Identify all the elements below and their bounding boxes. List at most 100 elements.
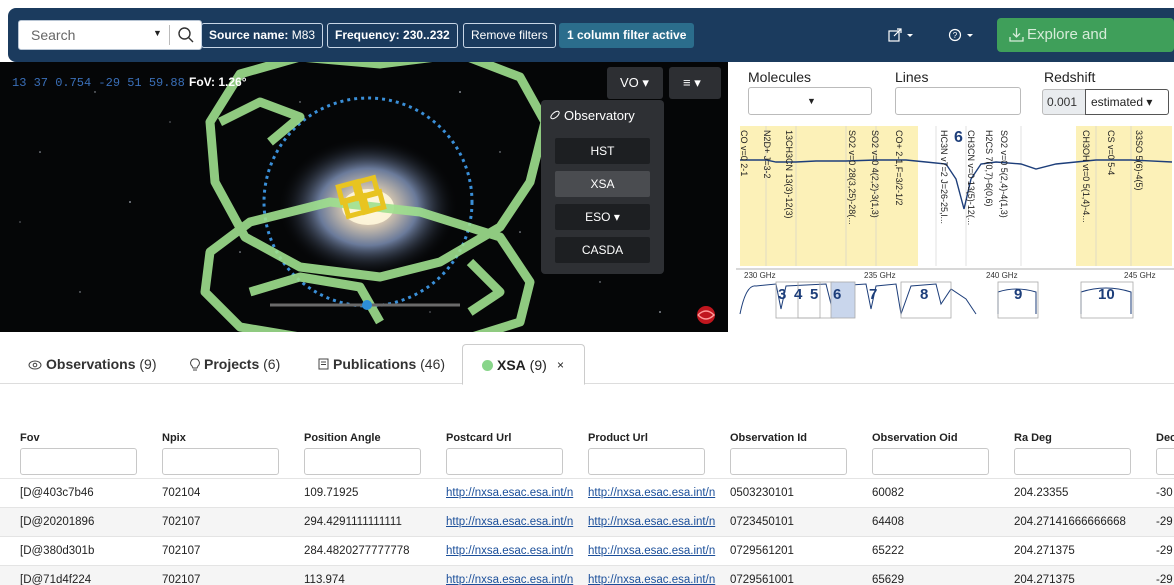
- filter-key: Source name:: [209, 28, 289, 42]
- table-row[interactable]: [D@380d301b 702107 284.4820277777778 http:/…: [0, 536, 1174, 565]
- sky-viewer[interactable]: 13 37 0.754 -29 51 59.88 FoV: 1.26° VO ▾…: [0, 62, 728, 332]
- url-link[interactable]: http://nxsa.esac.esa.int/n: [446, 487, 586, 499]
- tab-observations[interactable]: Observations (9): [28, 344, 156, 384]
- table-cell: 60082: [872, 487, 904, 499]
- tab-label: Projects: [204, 356, 260, 372]
- table-row[interactable]: [D@403c7b46 702104 109.71925 http://nxsa.es…: [0, 478, 1174, 507]
- spectral-line-label: N2D+ J=3-2: [762, 130, 772, 179]
- table-cell: 204.27141666666668: [1014, 516, 1126, 528]
- column-header[interactable]: Observation Oid: [872, 432, 958, 444]
- molecules-label: Molecules: [748, 69, 812, 85]
- close-tab-icon[interactable]: ×: [557, 345, 564, 385]
- spectral-window-label: 6: [954, 129, 963, 146]
- column-filter-input[interactable]: [20, 448, 137, 475]
- table-cell: 65629: [872, 574, 904, 585]
- spectral-line-label: H2CS 7(0,7)-6(0,6): [984, 130, 994, 207]
- column-filter-input[interactable]: [872, 448, 989, 475]
- tab-projects[interactable]: Projects (6): [190, 344, 280, 384]
- table-cell: 204.271375: [1014, 574, 1075, 585]
- column-filter-input[interactable]: [730, 448, 847, 475]
- table-cell: 204.271375: [1014, 545, 1075, 557]
- tab-count: (9): [525, 357, 547, 373]
- filter-chip-frequency[interactable]: Frequency: 230..232: [327, 23, 458, 48]
- table-cell: 109.71925: [304, 487, 359, 499]
- url-link[interactable]: http://nxsa.esac.esa.int/n: [588, 545, 728, 557]
- spectral-line-label: CH3CN v=0 13(5)-12(...: [966, 130, 976, 225]
- hamburger-menu-button[interactable]: ≡ ▾: [669, 67, 721, 99]
- column-header[interactable]: Position Angle: [304, 432, 381, 444]
- url-link[interactable]: http://nxsa.esac.esa.int/n: [588, 487, 728, 499]
- eye-icon: [28, 360, 42, 370]
- column-filter-input[interactable]: [304, 448, 421, 475]
- vo-menu-button[interactable]: VO ▾: [607, 67, 663, 99]
- url-link[interactable]: http://nxsa.esac.esa.int/n: [446, 574, 586, 585]
- table-cell: 113.974: [304, 574, 345, 585]
- column-filter-input[interactable]: [162, 448, 279, 475]
- url-link[interactable]: http://nxsa.esac.esa.int/n: [588, 574, 728, 585]
- observatory-eso-button[interactable]: ESO ▾: [555, 204, 650, 230]
- spectral-line-label: CS v=0 5-4: [1106, 130, 1116, 175]
- table-cell: 0729561201: [730, 545, 794, 557]
- redshift-value: 0.001: [1042, 89, 1086, 115]
- column-header[interactable]: Postcard Url: [446, 432, 511, 444]
- axis-tick: 235 GHz: [864, 271, 896, 280]
- chevron-down-icon: ▼: [807, 96, 816, 106]
- tab-count: (9): [135, 356, 157, 372]
- observatory-hst-button[interactable]: HST: [555, 138, 650, 164]
- tab-label: Observations: [46, 356, 136, 372]
- column-filter-input[interactable]: [446, 448, 563, 475]
- column-header[interactable]: Npix: [162, 432, 186, 444]
- help-icon[interactable]: ?: [948, 28, 974, 45]
- share-icon[interactable]: [888, 28, 914, 45]
- tab-label: XSA: [497, 357, 526, 373]
- column-filter-input[interactable]: [588, 448, 705, 475]
- url-link[interactable]: http://nxsa.esac.esa.int/n: [446, 516, 586, 528]
- redshift-mode-select[interactable]: estimated ▾: [1085, 89, 1169, 115]
- spectral-line-label: 33SO 5(6)-4(5): [1134, 130, 1144, 191]
- tab-xsa[interactable]: XSA (9) ×: [462, 344, 585, 385]
- tab-publications[interactable]: Publications (46): [318, 344, 445, 384]
- url-link[interactable]: http://nxsa.esac.esa.int/n: [446, 545, 586, 557]
- observatory-xsa-button[interactable]: XSA: [555, 171, 650, 197]
- search-icon[interactable]: [177, 26, 195, 44]
- observatory-casda-button[interactable]: CASDA: [555, 237, 650, 263]
- table-cell: 702107: [162, 574, 201, 585]
- molecules-select[interactable]: ▼: [748, 87, 872, 115]
- search-box[interactable]: ▼: [18, 20, 202, 50]
- window-number: 10: [1098, 286, 1115, 303]
- column-filter-input[interactable]: [1156, 448, 1174, 475]
- spectral-line-label: SO2 v=0 4(2,2)-3(1,3): [870, 130, 880, 218]
- explore-and-download-button[interactable]: Explore and download: [997, 18, 1174, 77]
- search-dropdown-caret[interactable]: ▼: [153, 28, 162, 38]
- toolbar-background: ▼ Source name: M83 Frequency: 230..232 R…: [8, 8, 1174, 77]
- download-icon: [1009, 28, 1024, 42]
- filter-chip-source-name[interactable]: Source name: M83: [201, 23, 324, 48]
- window-number: 4: [794, 286, 803, 303]
- table-row[interactable]: [D@71d4f224 702107 113.974 http://nxsa.esac…: [0, 565, 1174, 585]
- table-cell: 294.4291111111111: [304, 516, 402, 528]
- observatory-title: Observatory: [549, 108, 635, 123]
- table-cell: 204.23355: [1014, 487, 1069, 499]
- column-header[interactable]: Observation Id: [730, 432, 807, 444]
- lines-input[interactable]: [895, 87, 1021, 115]
- url-link[interactable]: http://nxsa.esac.esa.int/n: [588, 516, 728, 528]
- column-header[interactable]: Dec: [1156, 432, 1174, 444]
- window-number: 3: [778, 286, 786, 303]
- share-arrow-icon: [888, 28, 913, 42]
- column-filter-input[interactable]: [1014, 448, 1131, 475]
- table-row[interactable]: [D@20201896 702107 294.4291111111111 http:/…: [0, 507, 1174, 536]
- table-cell: -29: [1156, 574, 1173, 585]
- spectral-line-label: 13CH3CN 13(3)-12(3): [784, 130, 794, 219]
- column-header[interactable]: Product Url: [588, 432, 648, 444]
- spectrum-plot[interactable]: 6 CO v=0 2-1 N2D+ J=3-2 13CH3CN 13(3)-12(3…: [736, 124, 1174, 334]
- column-header[interactable]: Fov: [20, 432, 40, 444]
- filter-key: Frequency:: [335, 28, 400, 42]
- question-circle-icon: ?: [948, 28, 973, 42]
- spectral-line-label: HC3N v7=2 J=26-25,l...: [939, 130, 949, 224]
- search-input[interactable]: [19, 21, 147, 49]
- spectral-line-label: SO2 v=0 28(3,25)-28(...: [847, 130, 857, 225]
- table-cell: -30: [1156, 487, 1173, 499]
- column-header[interactable]: Ra Deg: [1014, 432, 1052, 444]
- remove-filters-button[interactable]: Remove filters: [463, 23, 556, 48]
- window-number: 8: [920, 286, 928, 303]
